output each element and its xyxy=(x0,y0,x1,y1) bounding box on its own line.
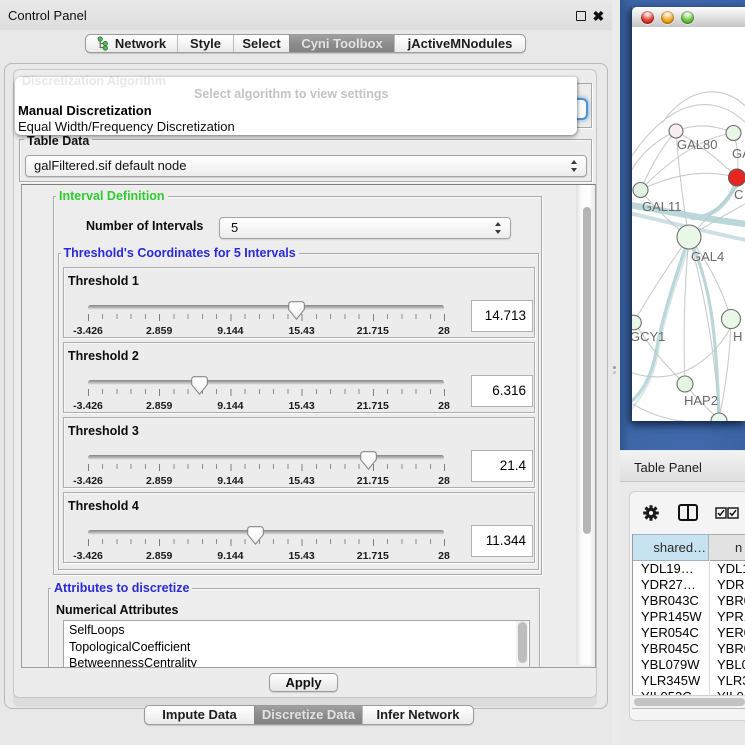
svg-text:C: C xyxy=(734,187,743,202)
svg-text:H: H xyxy=(733,329,742,344)
svg-text:GAL4: GAL4 xyxy=(691,249,724,264)
svg-text:GAL80: GAL80 xyxy=(677,137,717,152)
svg-text:GA: GA xyxy=(732,146,745,161)
svg-text:GAL11: GAL11 xyxy=(642,199,682,214)
svg-text:GCY1: GCY1 xyxy=(632,329,665,344)
svg-text:HAP2: HAP2 xyxy=(684,393,718,408)
